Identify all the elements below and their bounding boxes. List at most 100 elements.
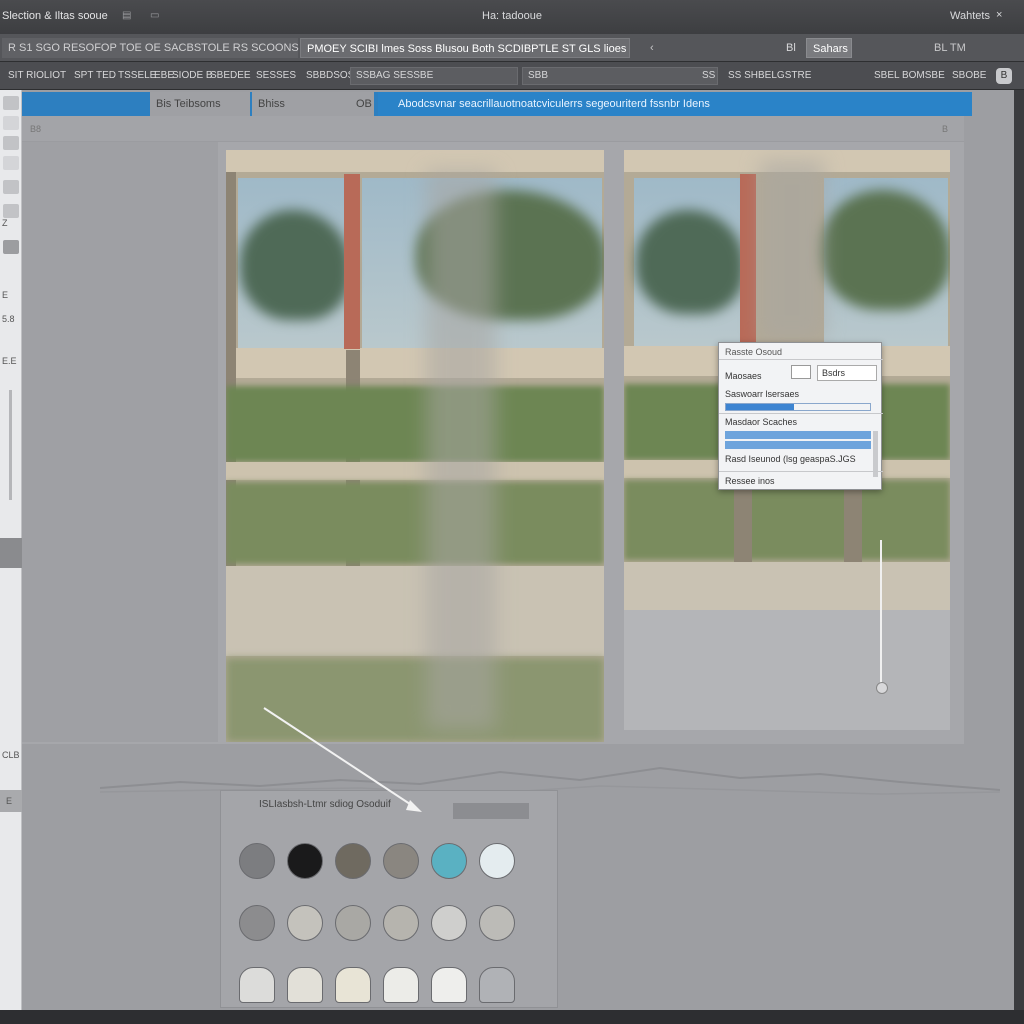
document-margin — [22, 142, 218, 742]
frame-post — [844, 490, 862, 570]
menu-item[interactable]: SIODE B — [172, 70, 213, 81]
panel-badge-icon[interactable]: B — [996, 68, 1012, 84]
tool-slider[interactable] — [9, 390, 12, 500]
menu-icon[interactable]: ▤ — [122, 10, 131, 21]
color-swatch[interactable] — [383, 967, 419, 1003]
dialog-small-input[interactable] — [791, 365, 811, 379]
lasso-tool-icon[interactable] — [3, 136, 19, 150]
options-toolbar: R S1 SGO RESOFOP TOE OE SACBSTOLE RS SCO… — [0, 34, 1024, 62]
app-window: Slection & Iltas sooue ▤ ▭ Ha: tadooue W… — [0, 0, 1024, 1024]
hedge — [226, 386, 604, 462]
dialog-label: Masdaor Scaches — [725, 417, 798, 427]
divider — [719, 471, 883, 472]
menu-item[interactable]: SIT RIOLIOT — [8, 70, 66, 81]
color-swatch-foreground[interactable] — [0, 538, 22, 568]
color-swatch[interactable] — [479, 843, 515, 879]
menu-item[interactable]: SS — [702, 70, 715, 81]
color-swatch[interactable] — [431, 843, 467, 879]
color-swatch[interactable] — [335, 967, 371, 1003]
slider-handle[interactable] — [876, 682, 888, 694]
dialog-label: Saswoarr lsersaes — [725, 389, 800, 399]
menu-item[interactable]: SBB — [528, 70, 548, 81]
color-swatch[interactable] — [287, 905, 323, 941]
color-swatch[interactable] — [239, 843, 275, 879]
color-swatch[interactable] — [479, 905, 515, 941]
hedge — [624, 480, 950, 560]
divider — [719, 359, 883, 360]
arrow-left-icon[interactable]: ‹ — [644, 38, 660, 58]
tools-panel: Z E 5.8 E.E CLB E — [0, 90, 22, 1010]
source-image[interactable] — [226, 150, 604, 742]
path-field[interactable]: R S1 SGO RESOFOP TOE OE SACBSTOLE RS SCO… — [2, 38, 365, 58]
color-swatch[interactable] — [335, 843, 371, 879]
dialog-title: Rasste Osoud — [725, 347, 783, 357]
dialog-label: Rasd Iseunod (lsg geaspaS.JGS — [725, 454, 856, 464]
search-field[interactable] — [522, 67, 718, 85]
close-icon[interactable]: × — [996, 9, 1002, 21]
search-field-label: SSBAG SESSBE — [356, 70, 434, 81]
color-swatch[interactable] — [431, 967, 467, 1003]
dialog-label: Ressee inos — [725, 476, 775, 486]
color-swatch[interactable] — [479, 967, 515, 1003]
gradient-tool-icon[interactable] — [3, 240, 19, 254]
color-swatch[interactable] — [335, 905, 371, 941]
menu-item[interactable]: SESSES — [256, 70, 296, 81]
color-swatch[interactable] — [383, 843, 419, 879]
hedge — [226, 482, 604, 564]
info-banner: Abodcsvnar seacrillauotnoatcviculerrs se… — [378, 92, 972, 116]
eraser-tool-icon[interactable] — [3, 204, 19, 218]
menu-item[interactable]: EBE — [154, 70, 174, 81]
ruler-label: B8 — [30, 124, 42, 134]
sahars-button[interactable]: Sahars — [806, 38, 852, 58]
ruler-label: B — [942, 124, 949, 134]
menu-item[interactable]: SBEDEE — [210, 70, 251, 81]
menu-item[interactable]: SS SHBELGSTRE — [728, 70, 811, 81]
tool-label: CLB — [2, 750, 20, 760]
ruler: B8 B — [22, 116, 964, 142]
swatch-panel-toolbar[interactable] — [453, 803, 529, 819]
crop-tool-icon[interactable] — [3, 156, 19, 170]
ground — [226, 566, 604, 656]
menu-item[interactable]: SBOBE — [952, 70, 986, 81]
arrow-cursor-icon — [263, 707, 422, 812]
progress-track — [725, 403, 871, 411]
tree-shape — [636, 210, 744, 314]
color-swatch[interactable] — [431, 905, 467, 941]
menu-item[interactable]: TSSELE — [118, 70, 156, 81]
tab-teibsoms[interactable]: Bis Teibsoms — [150, 92, 250, 116]
color-swatch[interactable] — [287, 967, 323, 1003]
color-swatch[interactable] — [239, 905, 275, 941]
user-label[interactable]: Wahtets — [950, 10, 990, 22]
color-swatch[interactable] — [287, 843, 323, 879]
tool-label: Z — [2, 218, 8, 228]
menu-item[interactable]: TED — [96, 70, 116, 81]
menu-item[interactable]: SPT — [74, 70, 93, 81]
tab-bhiss[interactable]: Bhiss — [252, 92, 350, 116]
blur-brush-stroke — [426, 170, 496, 730]
document-tab-bar: Bis Teibsoms Bhiss OB Abodcsvnar seacril… — [22, 92, 972, 116]
mode-toggle[interactable]: Bl — [780, 38, 802, 58]
tool-label: E — [6, 796, 13, 806]
brush-tool-icon[interactable] — [3, 180, 19, 194]
list-item-selected[interactable] — [725, 441, 871, 449]
swatch-panel: ISLIasbsh-Ltmr sdiog Osoduif — [220, 790, 558, 1008]
app-title: Slection & Iltas sooue — [2, 10, 108, 22]
window-icon[interactable]: ▭ — [150, 10, 159, 21]
menu-item[interactable]: SBEL BOMSBE — [874, 70, 945, 81]
tree-shape — [820, 190, 950, 310]
marquee-tool-icon[interactable] — [3, 116, 19, 130]
color-swatch[interactable] — [239, 967, 275, 1003]
status-bar — [0, 1010, 1024, 1024]
color-swatch[interactable] — [383, 905, 419, 941]
tool-label: E — [2, 290, 9, 300]
list-item-selected[interactable] — [725, 431, 871, 439]
divider — [719, 413, 883, 414]
tab-ob[interactable]: OB — [350, 92, 374, 116]
dialog-value-field[interactable]: Bsdrs — [817, 365, 877, 381]
toolbar-right-label: BL TM — [934, 42, 966, 54]
move-tool-icon[interactable] — [3, 96, 19, 110]
blur-brush-stroke — [760, 160, 824, 340]
active-options-segment[interactable]: PMOEY SCIBI lmes Soss Blusou Both SCDIBP… — [300, 38, 630, 58]
tool-label: 5.8 — [2, 314, 15, 324]
window-sill — [226, 348, 604, 378]
